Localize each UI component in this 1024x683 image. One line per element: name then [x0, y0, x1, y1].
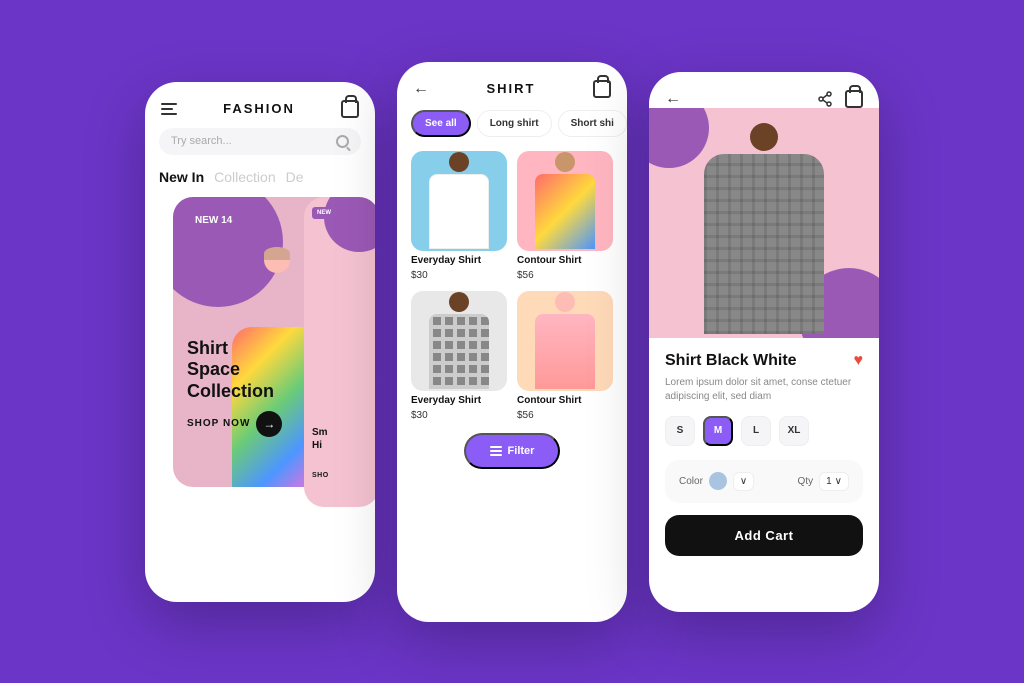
card-title: ShirtSpaceCollection	[187, 338, 282, 403]
product-detail-content: Shirt Black White ♥ Lorem ipsum dolor si…	[649, 338, 879, 570]
product-price-1: $30	[411, 270, 507, 281]
nav-new-in[interactable]: New In	[159, 169, 204, 185]
qty-dropdown[interactable]: 1 ∨	[819, 472, 849, 491]
card2-badge: NEW	[312, 207, 336, 219]
product-name-3: Everyday Shirt	[411, 395, 507, 406]
color-circle	[709, 472, 727, 490]
phone-3: ←	[649, 72, 879, 612]
back-icon[interactable]: ←	[413, 80, 429, 98]
product-img-2	[517, 151, 613, 251]
qty-option: Qty 1 ∨	[798, 472, 849, 491]
product-name-1: Everyday Shirt	[411, 255, 507, 266]
qty-value: 1	[826, 476, 832, 487]
add-cart-button[interactable]: Add Cart	[665, 515, 863, 556]
filter-lines-icon	[490, 446, 502, 456]
featured-card-2[interactable]: NEW SmHi SHO	[304, 197, 375, 507]
phone-2: ← SHIRT See all Long shirt Short shi Eve…	[397, 62, 627, 622]
bag-icon[interactable]	[593, 80, 611, 98]
filter-label: Filter	[508, 445, 535, 457]
size-selector: S M L XL	[665, 416, 863, 446]
size-xl[interactable]: XL	[779, 416, 809, 446]
product-item-2[interactable]: Contour Shirt $56	[517, 151, 613, 281]
product-img-1	[411, 151, 507, 251]
filter-short-shirt[interactable]: Short shi	[558, 110, 627, 137]
page-title: SHIRT	[487, 81, 536, 96]
size-l[interactable]: L	[741, 416, 771, 446]
size-m[interactable]: M	[703, 416, 733, 446]
phone3-header: ←	[649, 72, 879, 108]
heart-icon[interactable]: ♥	[854, 352, 864, 370]
product-item-3[interactable]: Everyday Shirt $30	[411, 291, 507, 421]
product-price-4: $56	[517, 410, 613, 421]
qty-chevron-icon: ∨	[835, 476, 842, 487]
filter-fab-button[interactable]: Filter	[464, 433, 561, 469]
options-row: Color ∨ Qty 1 ∨	[679, 472, 849, 491]
search-input-placeholder[interactable]: Try search...	[171, 135, 330, 147]
nav-collection[interactable]: Collection	[214, 169, 275, 185]
share-icon[interactable]	[817, 91, 833, 107]
search-icon[interactable]	[336, 135, 349, 148]
filter-fab-area: Filter	[397, 433, 627, 483]
phones-container: FASHION Try search... New In Collection …	[145, 62, 879, 622]
product-name-2: Contour Shirt	[517, 255, 613, 266]
new-badge: NEW 14	[187, 211, 240, 230]
shop-now-row[interactable]: SHOP NOW →	[187, 411, 282, 437]
card-text-area: ShirtSpaceCollection SHOP NOW →	[187, 338, 282, 437]
filter-see-all[interactable]: See all	[411, 110, 471, 137]
product-item-4[interactable]: Contour Shirt $56	[517, 291, 613, 421]
filter-tabs: See all Long shirt Short shi	[397, 110, 627, 151]
product-price-3: $30	[411, 410, 507, 421]
product-img-4	[517, 291, 613, 391]
phone2-header: ← SHIRT	[397, 62, 627, 110]
card2-shop: SHO	[312, 472, 329, 479]
shop-arrow-icon[interactable]: →	[256, 411, 282, 437]
nav-de[interactable]: De	[286, 169, 304, 185]
product-title-row: Shirt Black White ♥	[665, 352, 863, 370]
bag-icon[interactable]	[341, 100, 359, 118]
size-s[interactable]: S	[665, 416, 695, 446]
card2-title: SmHi	[312, 426, 328, 452]
search-bar[interactable]: Try search...	[159, 128, 361, 155]
qty-label: Qty	[798, 476, 814, 487]
phone-1: FASHION Try search... New In Collection …	[145, 82, 375, 602]
product-img-3	[411, 291, 507, 391]
filter-long-shirt[interactable]: Long shirt	[477, 110, 552, 137]
product-price-2: $56	[517, 270, 613, 281]
phone1-header: FASHION	[145, 82, 375, 128]
category-nav: New In Collection De	[145, 169, 375, 197]
product-image-area	[649, 108, 879, 338]
chevron-down-icon: ∨	[740, 476, 747, 487]
color-dropdown[interactable]: ∨	[733, 472, 754, 491]
product-options: Color ∨ Qty 1 ∨	[665, 460, 863, 503]
bag-icon-p3[interactable]	[845, 90, 863, 108]
app-title: FASHION	[223, 101, 295, 116]
product-description: Lorem ipsum dolor sit amet, conse ctetue…	[665, 376, 863, 404]
shop-now-label: SHOP NOW	[187, 418, 250, 429]
color-label: Color	[679, 476, 703, 487]
product-title: Shirt Black White	[665, 352, 797, 370]
product-grid: Everyday Shirt $30 Contour Shirt $56	[397, 151, 627, 421]
card2-blob	[324, 197, 375, 252]
color-option: Color ∨	[679, 472, 754, 491]
back-icon-p3[interactable]: ←	[665, 90, 681, 108]
product-item-1[interactable]: Everyday Shirt $30	[411, 151, 507, 281]
menu-icon[interactable]	[161, 103, 177, 115]
product-name-4: Contour Shirt	[517, 395, 613, 406]
